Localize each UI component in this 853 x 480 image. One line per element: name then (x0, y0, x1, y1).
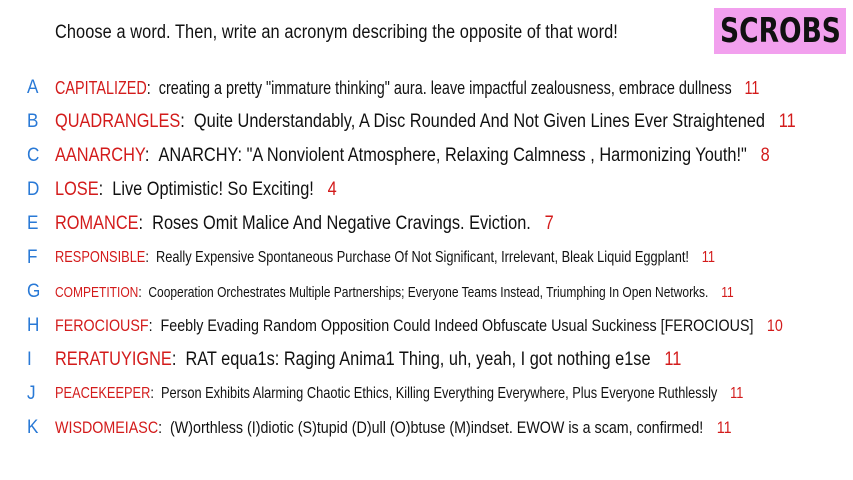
entry-word: FEROCIOUSF (55, 316, 149, 335)
entry-description: Quite Understandably, A Disc Rounded And… (193, 111, 765, 132)
entry-description: Live Optimistic! So Exciting! (112, 179, 314, 200)
entry-separator: : (148, 316, 161, 335)
entry-word: ROMANCE (55, 213, 139, 234)
entry-word: AANARCHY (55, 145, 145, 166)
entry-line: COMPETITION: Cooperation Orchestrates Mu… (55, 284, 734, 301)
entry-line: QUADRANGLES: Quite Understandably, A Dis… (55, 111, 796, 133)
entry-count: 8 (760, 145, 770, 166)
entry-separator: : (144, 145, 159, 166)
entry-count: 11 (730, 385, 744, 402)
entry-separator: : (98, 179, 113, 200)
entry-letter: C (27, 145, 40, 166)
entry-letter: D (27, 179, 40, 200)
entries-list: A CAPITALIZED: creating a pretty "immatu… (0, 0, 853, 480)
entry-separator: : (158, 418, 171, 437)
entry-word: COMPETITION (55, 283, 139, 301)
entry-separator: : (150, 385, 161, 402)
entry-separator: : (138, 213, 153, 234)
entry-description: Really Expensive Spontaneous Purchase Of… (156, 249, 689, 266)
entry-word: QUADRANGLES (55, 111, 181, 132)
entry-word: CAPITALIZED (55, 77, 147, 98)
entry-description: (W)orthless (I)diotic (S)tupid (D)ull (O… (170, 418, 704, 437)
entry-line: CAPITALIZED: creating a pretty "immature… (55, 78, 759, 99)
entry-description: Roses Omit Malice And Negative Cravings.… (152, 213, 531, 234)
entry-word: RERATUYIGNE (55, 349, 172, 370)
entry-line: AANARCHY: ANARCHY: "A Nonviolent Atmosph… (55, 145, 770, 167)
entry-word: PEACEKEEPER (55, 385, 151, 402)
entry-letter: G (27, 281, 41, 302)
entry-line: RESPONSIBLE: Really Expensive Spontaneou… (55, 249, 715, 267)
entry-count: 11 (778, 111, 796, 132)
entry-count: 11 (716, 418, 732, 437)
entry-separator: : (146, 77, 159, 98)
entry-description: RAT equa1s: Raging Anima1 Thing, uh, yea… (185, 349, 651, 370)
entry-letter: K (27, 417, 39, 438)
entry-line: PEACEKEEPER: Person Exhibits Alarming Ch… (55, 385, 743, 403)
entry-separator: : (145, 249, 157, 266)
entry-word: WISDOMEIASC (55, 418, 159, 437)
entry-count: 4 (327, 179, 337, 200)
entry-word: LOSE (55, 179, 99, 200)
entry-line: RERATUYIGNE: RAT equa1s: Raging Anima1 T… (55, 349, 681, 371)
entry-line: ROMANCE: Roses Omit Malice And Negative … (55, 213, 554, 235)
entry-letter: F (27, 247, 38, 268)
entry-line: WISDOMEIASC: (W)orthless (I)diotic (S)tu… (55, 418, 732, 438)
entry-description: ANARCHY: "A Nonviolent Atmosphere, Relax… (158, 145, 747, 166)
entry-separator: : (180, 111, 194, 132)
entry-count: 7 (544, 213, 554, 234)
entry-count: 10 (766, 316, 783, 335)
entry-letter: J (27, 383, 36, 404)
entry-count: 11 (664, 349, 682, 370)
entry-line: FEROCIOUSF: Feebly Evading Random Opposi… (55, 316, 783, 336)
entry-description: Cooperation Orchestrates Multiple Partne… (148, 283, 709, 301)
entry-letter: I (27, 349, 32, 370)
entry-letter: E (27, 213, 39, 234)
entry-letter: B (27, 111, 39, 132)
entry-word: RESPONSIBLE (55, 249, 146, 266)
entry-line: LOSE: Live Optimistic! So Exciting! 4 (55, 179, 337, 201)
entry-count: 11 (701, 249, 716, 266)
entry-description: Person Exhibits Alarming Chaotic Ethics,… (161, 385, 718, 402)
entry-letter: H (27, 315, 40, 336)
entry-separator: : (171, 349, 186, 370)
entry-letter: A (27, 77, 39, 98)
entry-description: creating a pretty "immature thinking" au… (158, 77, 732, 98)
entry-count: 11 (721, 283, 734, 301)
entry-count: 11 (744, 77, 760, 98)
entry-separator: : (138, 283, 149, 301)
entry-description: Feebly Evading Random Opposition Could I… (160, 316, 754, 335)
